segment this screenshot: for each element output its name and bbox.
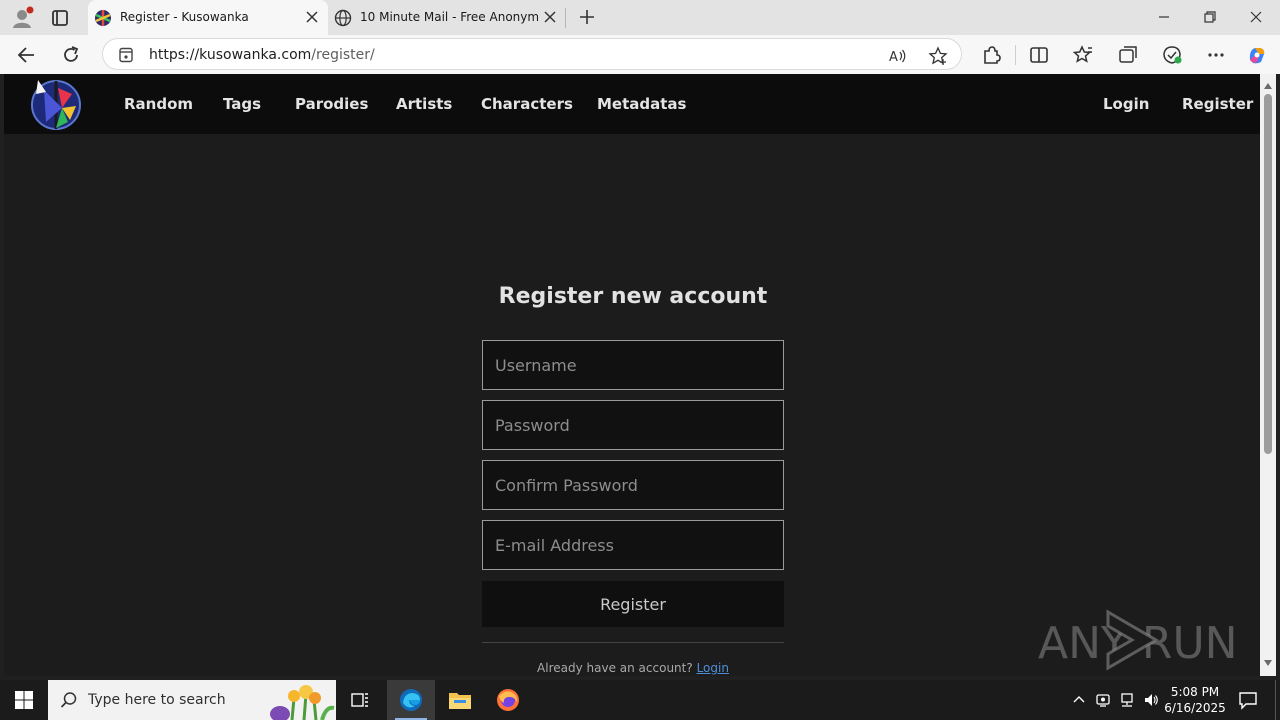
back-icon[interactable] (16, 44, 38, 66)
password-input[interactable] (482, 400, 784, 450)
collections-icon[interactable] (1117, 44, 1139, 66)
form-divider (482, 642, 784, 643)
volume-icon[interactable] (1143, 692, 1159, 708)
page-viewport: Random Tags Parodies Artists Characters … (4, 74, 1260, 676)
task-view-button[interactable] (336, 680, 384, 720)
site-navbar: Random Tags Parodies Artists Characters … (4, 74, 1260, 134)
globe-icon (334, 9, 352, 27)
nav-login[interactable]: Login (1103, 95, 1149, 113)
taskbar-file-explorer-app[interactable] (436, 680, 484, 720)
edge-icon (400, 689, 422, 711)
nav-parodies[interactable]: Parodies (295, 95, 368, 113)
firefox-icon (497, 689, 519, 711)
nav-tags[interactable]: Tags (223, 95, 261, 113)
tab-title: Register - Kusowanka (120, 10, 249, 24)
username-input[interactable] (482, 340, 784, 390)
browser-tab-strip: Register - Kusowanka 10 Minute Mail - Fr… (0, 0, 1280, 35)
taskbar-search-box[interactable]: Type here to search (48, 680, 336, 720)
browser-essentials-icon[interactable] (1161, 44, 1183, 66)
tab-10-minute-mail[interactable]: 10 Minute Mail - Free Anonymous (328, 0, 566, 35)
tab-separator (565, 8, 566, 28)
restore-icon[interactable] (1201, 8, 1219, 26)
nav-metadatas[interactable]: Metadatas (597, 95, 686, 113)
system-clock[interactable]: 5:08 PM 6/16/2025 (1160, 684, 1230, 716)
login-link[interactable]: Login (697, 661, 729, 675)
search-placeholder: Type here to search (88, 692, 226, 708)
page-title: Register new account (498, 284, 768, 309)
task-view-icon (351, 693, 368, 707)
notifications-icon[interactable] (1238, 690, 1258, 710)
minimize-icon[interactable] (1155, 8, 1173, 26)
scroll-up-arrow-icon[interactable] (1264, 82, 1272, 90)
close-window-icon[interactable] (1247, 8, 1265, 26)
taskbar-firefox-app[interactable] (484, 680, 532, 720)
browser-toolbar: https://kusowanka.com/register/ A (0, 35, 1280, 74)
folder-icon (449, 693, 471, 709)
network-icon[interactable] (1119, 692, 1135, 708)
favorites-icon[interactable] (1072, 44, 1094, 66)
anyrun-watermark-logo: ANY RUN (1038, 609, 1234, 671)
url-path: /register/ (311, 47, 375, 63)
copilot-icon[interactable] (1246, 44, 1268, 66)
windows-taskbar: Type here to search 5:08 PM 6/16/2025 (0, 680, 1280, 720)
favorite-star-icon[interactable] (928, 46, 948, 66)
close-tab-icon[interactable] (542, 9, 558, 25)
nav-random[interactable]: Random (124, 95, 193, 113)
split-screen-icon[interactable] (1028, 44, 1050, 66)
tray-overflow-chevron-icon[interactable] (1071, 692, 1087, 708)
search-icon (60, 692, 77, 708)
windows-start-icon[interactable] (14, 690, 34, 710)
clock-date: 6/16/2025 (1164, 701, 1226, 715)
email-input[interactable] (482, 520, 784, 570)
refresh-icon[interactable] (60, 44, 82, 66)
confirm-password-input[interactable] (482, 460, 784, 510)
new-tab-icon[interactable] (577, 7, 597, 27)
clock-time: 5:08 PM (1170, 685, 1220, 699)
more-options-icon[interactable] (1205, 44, 1227, 66)
scrollbar-thumb[interactable] (1264, 94, 1272, 454)
screen: Register - Kusowanka 10 Minute Mail - Fr… (0, 0, 1280, 720)
extensions-icon[interactable] (980, 44, 1002, 66)
url-text: https://kusowanka.com/register/ (149, 47, 375, 63)
search-highlight-flowers-icon (270, 685, 335, 720)
kusowanka-logo[interactable] (28, 78, 84, 130)
close-tab-icon[interactable] (304, 9, 320, 25)
meet-now-icon[interactable] (1095, 692, 1111, 708)
nav-artists[interactable]: Artists (396, 95, 452, 113)
tab-register-kusowanka[interactable]: Register - Kusowanka (88, 0, 328, 35)
tab-actions-icon[interactable] (48, 6, 72, 30)
nav-register[interactable]: Register (1182, 95, 1253, 113)
nav-characters[interactable]: Characters (481, 95, 573, 113)
read-aloud-icon[interactable]: A (888, 46, 908, 66)
taskbar-edge-app[interactable] (387, 680, 435, 720)
address-bar[interactable]: https://kusowanka.com/register/ A (102, 38, 962, 70)
login-prompt-text: Already have an account? (537, 661, 693, 675)
url-origin: https://kusowanka.com (149, 47, 312, 63)
svg-text:A: A (889, 50, 898, 65)
tab-title: 10 Minute Mail - Free Anonymous (360, 10, 538, 24)
register-submit-button[interactable]: Register (482, 581, 784, 627)
profile-icon[interactable] (10, 6, 34, 30)
toolbar-separator (1015, 45, 1016, 65)
login-prompt-line: Already have an account? Login (482, 661, 784, 675)
site-info-icon[interactable] (117, 46, 135, 64)
kusowanka-favicon-icon (95, 10, 111, 26)
scroll-down-arrow-icon[interactable] (1264, 659, 1272, 667)
show-desktop-button[interactable] (1275, 680, 1276, 720)
